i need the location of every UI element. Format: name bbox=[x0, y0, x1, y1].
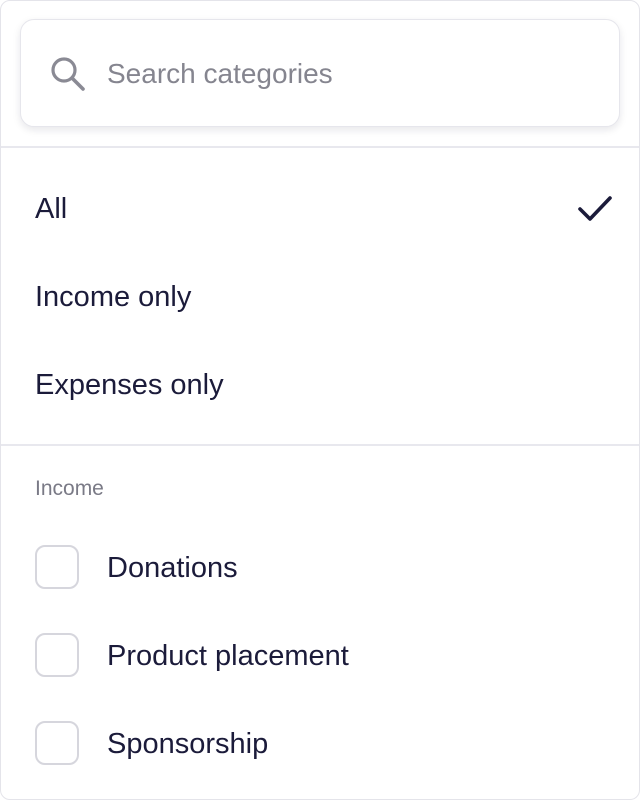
checkbox[interactable] bbox=[35, 633, 79, 677]
divider bbox=[1, 146, 639, 148]
filter-option-label: Income only bbox=[35, 281, 192, 313]
category-label: Donations bbox=[107, 552, 238, 584]
divider bbox=[1, 444, 639, 446]
category-filter-dropdown: All Income only Expenses only Income Don… bbox=[0, 0, 640, 800]
filter-option-expenses-only[interactable]: Expenses only bbox=[1, 341, 639, 429]
filter-option-label: All bbox=[35, 193, 68, 225]
filter-option-income-only[interactable]: Income only bbox=[1, 253, 639, 341]
search-input[interactable] bbox=[107, 46, 597, 102]
category-item-product-placement[interactable]: Product placement bbox=[1, 613, 639, 701]
checkbox[interactable] bbox=[35, 545, 79, 589]
search-icon bbox=[48, 54, 88, 94]
filter-option-label: Expenses only bbox=[35, 369, 224, 401]
category-label: Sponsorship bbox=[107, 728, 269, 760]
category-item-donations[interactable]: Donations bbox=[1, 525, 639, 613]
filter-option-all[interactable]: All bbox=[1, 165, 639, 253]
checkbox[interactable] bbox=[35, 721, 79, 765]
category-item-sponsorship[interactable]: Sponsorship bbox=[1, 701, 639, 789]
category-label: Product placement bbox=[107, 640, 349, 672]
section-title-income: Income bbox=[35, 477, 104, 500]
search-box[interactable] bbox=[20, 19, 620, 127]
check-icon bbox=[577, 191, 613, 227]
